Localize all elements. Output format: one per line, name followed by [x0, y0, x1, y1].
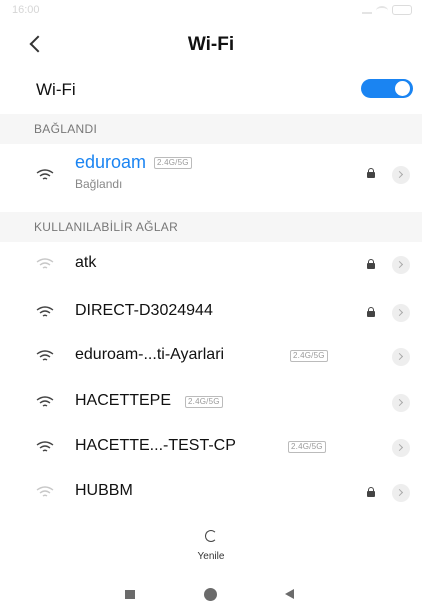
back-icon[interactable] — [285, 589, 294, 599]
system-nav-bar — [0, 584, 422, 610]
network-row[interactable]: DIRECT-D3024944 — [0, 290, 422, 334]
network-status: Bağlandı — [75, 177, 123, 191]
wifi-signal-icon — [36, 350, 54, 361]
network-details-button[interactable] — [392, 394, 410, 412]
band-badge: 2.4G/5G — [290, 350, 328, 362]
network-name: HACETTEPE — [75, 392, 172, 409]
section-label: BAĞLANDI — [34, 122, 98, 136]
lock-icon — [367, 259, 375, 269]
network-name: atk — [75, 254, 97, 271]
network-details-button[interactable] — [392, 348, 410, 366]
status-icons — [362, 5, 412, 15]
network-details-button[interactable] — [392, 484, 410, 502]
network-name: DIRECT-D3024944 — [75, 302, 213, 319]
cellular-signal-icon — [362, 6, 372, 14]
network-name: eduroam — [75, 152, 147, 172]
network-row-connected[interactable]: eduroam 2.4G/5G Bağlandı — [0, 148, 422, 200]
wifi-toggle-row[interactable]: Wi-Fi — [0, 70, 422, 110]
page-header: Wi-Fi — [0, 24, 422, 68]
wifi-status-icon — [376, 5, 388, 15]
band-badge: 2.4G/5G — [154, 157, 192, 169]
network-name: eduroam-...ti-Ayarlari — [75, 346, 225, 363]
network-details-button[interactable] — [392, 166, 410, 184]
wifi-signal-icon — [36, 258, 54, 269]
lock-icon — [367, 168, 375, 178]
wifi-toggle-switch[interactable] — [361, 79, 413, 98]
refresh-icon — [205, 530, 217, 542]
refresh-label: Yenile — [197, 551, 225, 562]
section-header-available: KULLANILABİLİR AĞLAR — [0, 212, 422, 242]
lock-icon — [367, 487, 375, 497]
battery-icon — [392, 5, 412, 15]
network-details-button[interactable] — [392, 439, 410, 457]
network-name: HACETTE...-TEST-CP — [75, 437, 236, 454]
wifi-toggle-label: Wi-Fi — [36, 80, 76, 99]
network-details-button[interactable] — [392, 304, 410, 322]
network-row[interactable]: atk — [0, 242, 422, 286]
network-row[interactable]: HACETTEPE 2.4G/5G — [0, 380, 422, 424]
band-badge: 2.4G/5G — [288, 441, 326, 453]
refresh-button[interactable]: Yenile — [191, 527, 231, 567]
network-row[interactable]: eduroam-...ti-Ayarlari 2.4G/5G — [0, 334, 422, 378]
section-header-connected: BAĞLANDI — [0, 114, 422, 144]
page-title: Wi-Fi — [187, 34, 235, 55]
network-row[interactable]: HUBBM — [0, 470, 422, 514]
network-name: HUBBM — [75, 482, 133, 499]
status-time: 16:00 — [12, 4, 40, 16]
network-details-button[interactable] — [392, 256, 410, 274]
network-row[interactable]: HACETTE...-TEST-CP 2.4G/5G — [0, 425, 422, 469]
home-icon[interactable] — [204, 588, 217, 601]
section-label: KULLANILABİLİR AĞLAR — [34, 220, 179, 234]
wifi-signal-icon — [36, 441, 54, 452]
band-badge: 2.4G/5G — [185, 396, 223, 408]
wifi-signal-icon — [36, 396, 54, 407]
wifi-signal-icon — [36, 486, 54, 497]
status-bar: 16:00 — [0, 0, 422, 22]
toggle-knob — [395, 81, 410, 96]
wifi-signal-icon — [36, 169, 54, 180]
lock-icon — [367, 307, 375, 317]
recents-icon[interactable] — [125, 590, 135, 599]
wifi-signal-icon — [36, 306, 54, 317]
